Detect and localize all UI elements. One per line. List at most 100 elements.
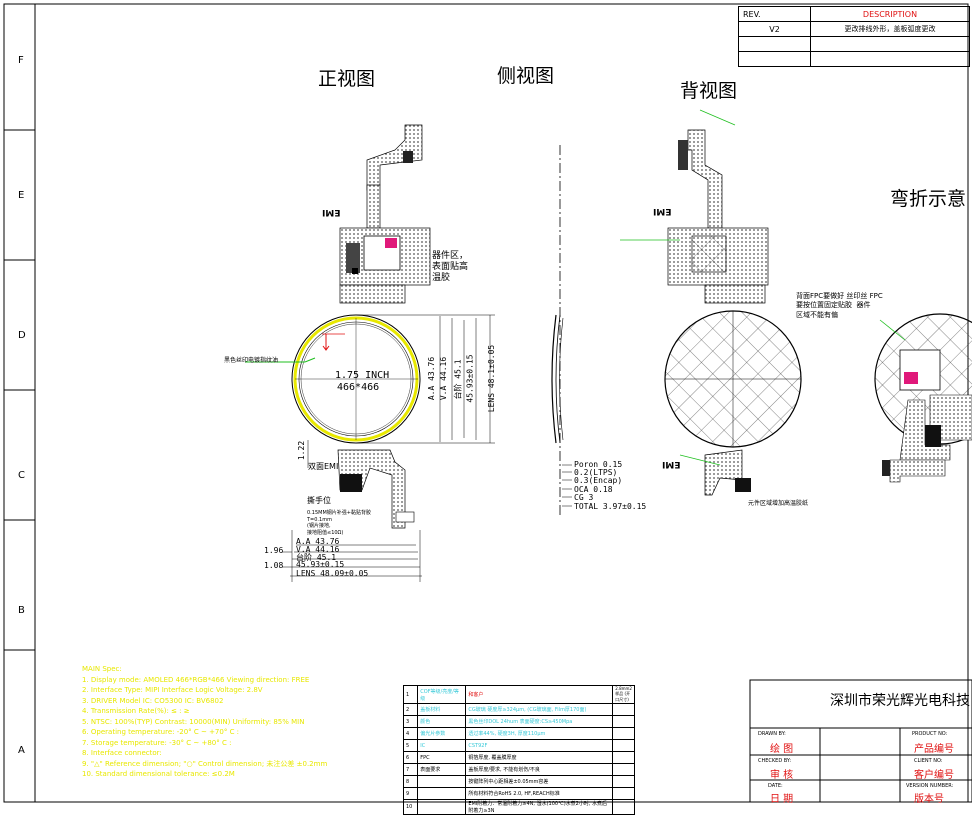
spec-row-number: 10 — [402, 799, 419, 815]
front-fingerprint-note: 黑色丝印电镀指纹油 — [224, 357, 279, 364]
dim-left-offset-2: 1.08 — [264, 561, 284, 570]
side-stack-encap: 0.3(Encap) — [574, 476, 623, 485]
spec-note-4: 4. Transmission Rate(%): ≤ : ≥ — [82, 707, 190, 715]
company-name: 深圳市荣光辉光电科技 — [830, 693, 970, 709]
spec-row-content: 盖板厚度/要求, 不能有划伤/不良 — [465, 763, 614, 776]
spec-note-0: MAIN Spec: — [82, 665, 122, 673]
spec-row-content: EMI附着力：常温附着力≥4N, 湿水(100℃)水煮2小时, 水煮后附着力≥3… — [465, 799, 614, 815]
spec-row-content: 黑色丝印DOL 24hum 表面硬度:CS≥450Mpa — [465, 715, 614, 728]
zone-letter-a: A — [18, 745, 25, 756]
spec-note-7: 7. Storage temperature: -30° C ~ +80° C … — [82, 738, 232, 747]
back-top-emi-label: EMI — [653, 206, 672, 216]
client-no-cn: 客户编号 — [914, 770, 954, 781]
dim-lens-vertical: LENS 48.1±0.05 — [487, 344, 497, 413]
front-top-connector — [403, 151, 413, 163]
spec-row-item: COF等级/亮度/等级 — [417, 685, 467, 704]
drawing-sheet: F E D C B A REV. DESCRIPTION V2 更改排线外形，盖… — [0, 0, 972, 815]
bend-view — [874, 313, 972, 483]
spec-row-item: IC — [417, 739, 467, 752]
spec-row-content: CST92F — [465, 739, 614, 752]
drawn-by-cn: 绘 图 — [770, 744, 794, 755]
spec-row-content: 所有材料符合RoHS 2.0, HF,REACH标准 — [465, 787, 614, 800]
spec-row-item — [417, 775, 467, 788]
spec-row-extra — [612, 787, 635, 800]
dim-va-vertical: V.A 44.16 — [439, 356, 449, 401]
back-view — [620, 109, 802, 496]
front-size-inch: 1.75 INCH — [335, 370, 390, 381]
rev-value: V2 — [738, 21, 811, 37]
back-bottom-emi-label: EMI — [662, 459, 681, 469]
yellow-spec-notes: MAIN Spec: 1. Display mode: AMOLED 466*R… — [82, 664, 327, 780]
side-stack-total: TOTAL 3.97±0.15 — [574, 502, 647, 511]
front-component-area-note: 器件区， 表面贴高 温胶 — [432, 251, 469, 283]
spec-row-extra — [612, 727, 635, 740]
spec-row-content: 按键阵列中心距相差±0.05mm容差 — [465, 775, 614, 788]
description-header: DESCRIPTION — [810, 6, 970, 22]
spec-row-number: 2 — [402, 703, 419, 716]
front-ic-chip — [385, 238, 397, 248]
side-stack-cg: CG 3 — [574, 493, 594, 502]
revision-table: REV. DESCRIPTION V2 更改排线外形，盖板弧度更改 — [738, 6, 970, 67]
spec-row-item — [417, 787, 467, 800]
front-view-title: 正视图 — [318, 68, 376, 90]
spec-note-9: 9. "△" Reference dimension; "○" Control … — [82, 759, 328, 768]
spec-row-content: CG玻璃 硬度厚≥324μm, (CG玻璃面, Film厚170面) — [465, 703, 614, 716]
version-cn: 版本号 — [914, 794, 944, 805]
spec-row-item: 颜色 — [417, 715, 467, 728]
zone-letter-f: F — [18, 55, 24, 66]
spec-note-10: 10. Standard dimensional tolerance: ≤0.2… — [82, 770, 235, 778]
front-steel-note: 0.15MM钢片补强+黏贴背胶 T=0.1mm (钢片接地, 接地阻值≤10Ω) — [307, 510, 371, 536]
spec-note-8: 8. Interface connector: — [82, 749, 162, 757]
spec-row-item: 表面要求 — [417, 763, 467, 776]
side-view — [551, 145, 572, 515]
bend-ic-chip — [904, 372, 918, 384]
dim-lens-horizontal: LENS 48.09±0.05 — [296, 569, 369, 578]
front-top-emi-label: EMI — [322, 207, 341, 217]
spec-row: 3 颜色 黑色丝印DOL 24hum 表面硬度:CS≥450Mpa — [402, 715, 635, 728]
spec-row-number: 6 — [402, 751, 419, 764]
spec-row-extra — [612, 775, 635, 788]
spec-row-extra: 2.8mm2样品 (开口尺寸) — [612, 685, 635, 704]
spec-row-number: 7 — [402, 763, 419, 776]
front-pull-tab-block — [340, 474, 362, 492]
spec-row-extra — [612, 763, 635, 776]
dim-small-vertical: 1.22 — [297, 440, 307, 461]
spec-row-number: 9 — [402, 787, 419, 800]
spec-row-content: 透过率44%, 硬度3H, 厚度110μm — [465, 727, 614, 740]
spec-row-item: FPC — [417, 751, 467, 764]
spec-row: 2 盖板材料 CG玻璃 硬度厚≥324μm, (CG玻璃面, Film厚170面) — [402, 703, 635, 716]
back-fpc-note: 背面FPC要做好 丝印丝 FPC 要按位置固定贴胶 器件 区域不能有偏 — [796, 292, 883, 319]
bend-view-title: 弯折示意 — [890, 188, 967, 210]
front-pull-tab-label: 撕手位 — [307, 496, 331, 505]
spec-row: 10 EMI附着力：常温附着力≥4N, 湿水(100℃)水煮2小时, 水煮后附着力… — [402, 799, 635, 815]
back-fpc-upper — [687, 129, 723, 229]
spec-row-number: 4 — [402, 727, 419, 740]
dim-step-vertical: 台阶 45.1 — [453, 359, 463, 400]
spec-row-number: 3 — [402, 715, 419, 728]
spec-row-item: 偏光片参数 — [417, 727, 467, 740]
dim-left-offset-1: 1.96 — [264, 546, 284, 555]
checked-by-cn: 审 核 — [770, 770, 794, 781]
front-fpc-upper-tail — [366, 124, 423, 191]
zone-letter-e: E — [18, 190, 25, 201]
spec-row-content: 铜箔厚度, 覆盖膜厚度 — [465, 751, 614, 764]
version-en: VERSION NUMBER: — [906, 783, 954, 789]
spec-row-number: 5 — [402, 739, 419, 752]
spec-note-5: 5. NTSC: 100%(TYP) Contrast: 10000(MIN) … — [82, 717, 305, 726]
spec-row-extra — [612, 715, 635, 728]
spec-row-number: 8 — [402, 775, 419, 788]
zone-letter-b: B — [18, 605, 25, 616]
spec-table: 1 COF等级/亮度/等级 和客户 2.8mm2样品 (开口尺寸) 2 盖板材料 CG玻璃 … — [402, 685, 635, 815]
spec-row: 7 表面要求 盖板厚度/要求, 不能有划伤/不良 — [402, 763, 635, 776]
front-resolution: 466*466 — [337, 382, 380, 393]
front-fpc-emi-label: 双面EMI — [308, 462, 339, 471]
spec-row: 1 COF等级/亮度/等级 和客户 2.8mm2样品 (开口尺寸) — [402, 685, 635, 704]
rev-description: 更改排线外形，盖板弧度更改 — [810, 21, 970, 37]
spec-row: 9 所有材料符合RoHS 2.0, HF,REACH标准 — [402, 787, 635, 800]
product-no-cn: 产品编号 — [914, 744, 954, 755]
checked-by-en: CHECKED BY: — [758, 758, 792, 764]
spec-row-extra — [612, 751, 635, 764]
spec-row: 6 FPC 铜箔厚度, 覆盖膜厚度 — [402, 751, 635, 764]
spec-row: 4 偏光片参数 透过率44%, 硬度3H, 厚度110μm — [402, 727, 635, 740]
spec-row-extra — [612, 799, 635, 815]
